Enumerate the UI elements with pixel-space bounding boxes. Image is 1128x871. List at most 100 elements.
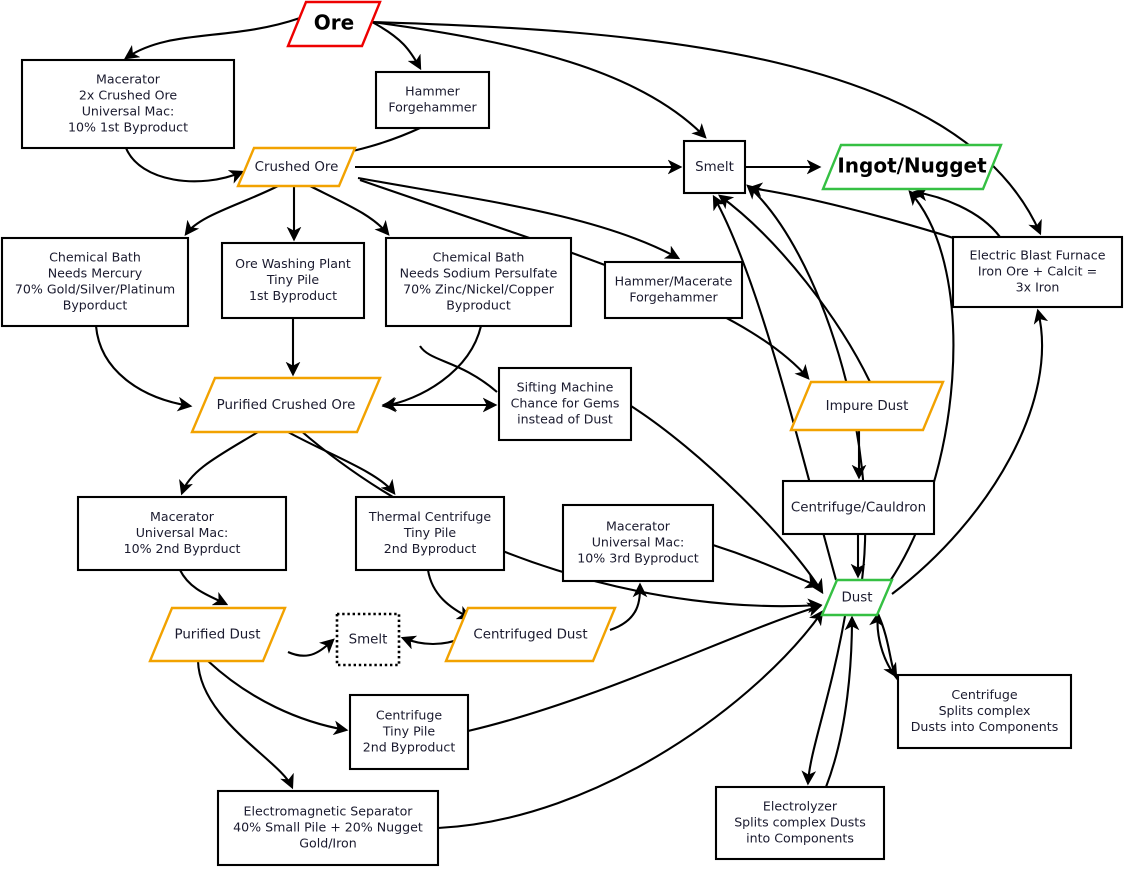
smelt-dotted-node-label-line-1: Smelt (349, 633, 388, 648)
electric-blast-furnace-node-label-line-2: Iron Ore + Calcit = (978, 264, 1097, 279)
chemical-bath-sodium-persulfate-node-label-line-2: Needs Sodium Persulfate (400, 266, 558, 281)
impure-dust-node[interactable]: Impure Dust (789, 380, 945, 432)
sifting-machine-node[interactable]: Sifting MachineChance for Gemsinstead of… (497, 366, 633, 442)
electrolyzer-node-label-line-1: Electrolyzer (763, 799, 838, 814)
ore-washing-plant-node-label-line-3: 1st Byproduct (249, 288, 337, 303)
macerator-2nd-byproduct-node-label-line-2: Universal Mac: (136, 525, 229, 540)
hammer-forgehammer-node-label-line-1: Hammer (405, 84, 460, 99)
hammer-forgehammer-node-label-line-2: Forgehammer (388, 100, 477, 115)
chemical-bath-sodium-persulfate-node-label-line-4: Byproduct (446, 298, 511, 313)
electromagnetic-separator-node-label-line-2: 40% Small Pile + 20% Nugget (233, 820, 423, 835)
ore-node-label-line-1: Ore (314, 11, 354, 35)
electric-blast-furnace-node[interactable]: Electric Blast FurnaceIron Ore + Calcit … (951, 235, 1124, 309)
purified-crushed-ore-node[interactable]: Purified Crushed Ore (190, 376, 382, 434)
edge-chembath2-to-purifiedcrushedore (381, 325, 483, 412)
smelt-node[interactable]: Smelt (682, 139, 747, 195)
purified-crushed-ore-node-label-line-1: Purified Crushed Ore (217, 398, 356, 413)
electrolyzer-node-label-line-2: Splits complex Dusts (734, 815, 866, 830)
chemical-bath-mercury-node-label-line-3: 70% Gold/Silver/Platinum (15, 282, 175, 297)
electric-blast-furnace-node-label-line-3: 3x Iron (1016, 280, 1060, 295)
ore-washing-plant-node-label-line-2: Tiny Pile (266, 272, 320, 287)
dust-node-label-line-1: Dust (841, 591, 872, 606)
nodes-layer: OreMacerator2x Crushed OreUniversal Mac:… (0, 0, 1124, 867)
dust-node[interactable]: Dust (820, 578, 894, 617)
macerator-1st-byproduct-node[interactable]: Macerator2x Crushed OreUniversal Mac:10%… (20, 58, 236, 150)
edge-dust-to-ebf (891, 308, 1049, 595)
edge-ore-to-macerator1 (123, 17, 301, 60)
edge-crushedore-to-chembath2 (309, 185, 390, 236)
thermal-centrifuge-node-label-line-1: Thermal Centrifuge (368, 509, 491, 524)
edge-purifiedcrushedore-to-macerator2 (179, 431, 259, 496)
macerator-1st-byproduct-node-label-line-1: Macerator (96, 72, 161, 87)
centrifuge-splits-node[interactable]: CentrifugeSplits complexDusts into Compo… (896, 673, 1073, 750)
ingot-nugget-node-label-line-1: Ingot/Nugget (837, 154, 987, 178)
smelt-node-label-line-1: Smelt (695, 160, 734, 175)
edge-crushedore-to-chembath1 (184, 185, 279, 236)
edge-sifting-up-to-purifiedcrushedore (419, 345, 498, 393)
edge-chembath1-to-purifiedcrushedore (94, 325, 193, 412)
ore-node[interactable]: Ore (286, 0, 382, 48)
purified-dust-node-label-line-1: Purified Dust (174, 628, 260, 643)
electromagnetic-separator-node[interactable]: Electromagnetic Separator40% Small Pile … (216, 789, 440, 867)
crushed-ore-node[interactable]: Crushed Ore (236, 146, 357, 188)
crushed-ore-node-label-line-1: Crushed Ore (255, 160, 339, 175)
centrifuge-splits-node-label-line-2: Splits complex (939, 703, 1031, 718)
chemical-bath-mercury-node-label-line-2: Needs Mercury (48, 266, 143, 281)
chemical-bath-mercury-node-label-line-1: Chemical Bath (49, 250, 141, 265)
hammer-macerate-forgehammer-node[interactable]: Hammer/MacerateForgehammer (603, 260, 744, 320)
electrolyzer-node-label-line-3: into Components (746, 831, 854, 846)
thermal-centrifuge-node-label-line-2: Tiny Pile (403, 525, 457, 540)
sifting-machine-node-label-line-2: Chance for Gems (511, 396, 620, 411)
edge-purifieddust-to-smelt2 (287, 638, 335, 657)
thermal-centrifuge-node-label-line-3: 2nd Byproduct (384, 541, 477, 556)
macerator-2nd-byproduct-node[interactable]: MaceratorUniversal Mac:10% 2nd Byprduct (76, 495, 288, 572)
edge-macerator2-to-purifieddust (179, 569, 229, 606)
macerator-2nd-byproduct-node-label-line-3: 10% 2nd Byprduct (124, 541, 241, 556)
electromagnetic-separator-node-label-line-1: Electromagnetic Separator (244, 804, 414, 819)
centrifuge-2nd-byproduct-node-label-line-1: Centrifuge (376, 708, 443, 723)
macerator-3rd-byproduct-node-label-line-2: Universal Mac: (592, 535, 685, 550)
centrifuge-2nd-byproduct-node[interactable]: CentrifugeTiny Pile2nd Byproduct (348, 693, 470, 771)
chemical-bath-sodium-persulfate-node[interactable]: Chemical BathNeeds Sodium Persulfate70% … (384, 236, 573, 328)
macerator-3rd-byproduct-node-label-line-1: Macerator (606, 519, 671, 534)
macerator-1st-byproduct-node-label-line-3: Universal Mac: (82, 104, 175, 119)
centrifuge-2nd-byproduct-node-label-line-2: Tiny Pile (382, 724, 436, 739)
centrifuge-splits-node-label-line-3: Dusts into Components (911, 719, 1059, 734)
hammer-macerate-forgehammer-node-label-line-2: Forgehammer (629, 290, 718, 305)
centrifuge-cauldron-node[interactable]: Centrifuge/Cauldron (781, 479, 936, 536)
edge-thermalcent-to-centrifugeddust (426, 569, 473, 620)
hammer-macerate-forgehammer-node-label-line-1: Hammer/Macerate (615, 274, 733, 289)
chemical-bath-mercury-node-label-line-4: Byporduct (63, 298, 128, 313)
electric-blast-furnace-node-label-line-1: Electric Blast Furnace (970, 248, 1106, 263)
ore-washing-plant-node[interactable]: Ore Washing PlantTiny Pile1st Byproduct (220, 241, 366, 320)
centrifuged-dust-node-label-line-1: Centrifuged Dust (473, 628, 587, 643)
centrifuge-cauldron-node-label-line-1: Centrifuge/Cauldron (791, 501, 926, 516)
macerator-1st-byproduct-node-label-line-4: 10% 1st Byproduct (68, 120, 188, 135)
flowchart-canvas: OreMacerator2x Crushed OreUniversal Mac:… (0, 0, 1124, 867)
chemical-bath-sodium-persulfate-node-label-line-1: Chemical Bath (433, 250, 525, 265)
centrifuge-2nd-byproduct-node-label-line-3: 2nd Byproduct (363, 740, 456, 755)
ingot-nugget-node[interactable]: Ingot/Nugget (821, 143, 1003, 191)
ore-processing-flowchart: Ore Macerator 2x Crushed Ore Universal Mac:… (0, 0, 1128, 871)
chemical-bath-sodium-persulfate-node-label-line-3: 70% Zinc/Nickel/Copper (403, 282, 555, 297)
centrifuge-splits-node-label-line-1: Centrifuge (951, 687, 1018, 702)
purified-dust-node[interactable]: Purified Dust (148, 606, 287, 663)
impure-dust-node-label-line-1: Impure Dust (826, 399, 909, 414)
chemical-bath-mercury-node[interactable]: Chemical BathNeeds Mercury70% Gold/Silve… (0, 236, 190, 328)
centrifuged-dust-node[interactable]: Centrifuged Dust (444, 606, 617, 663)
sifting-machine-node-label-line-3: instead of Dust (517, 412, 613, 427)
macerator-3rd-byproduct-node[interactable]: MaceratorUniversal Mac:10% 3rd Byproduct (561, 503, 715, 583)
ore-washing-plant-node-label-line-1: Ore Washing Plant (235, 256, 351, 271)
edge-dust-to-electrolyzer (801, 615, 847, 786)
edge-macerator1-to-crushedore (125, 147, 245, 184)
edge-purifieddust-to-centrifuge2nd (207, 660, 349, 736)
macerator-2nd-byproduct-node-label-line-1: Macerator (150, 509, 215, 524)
electrolyzer-node[interactable]: ElectrolyzerSplits complex Dustsinto Com… (714, 785, 886, 861)
electromagnetic-separator-node-label-line-3: Gold/Iron (299, 836, 357, 851)
macerator-1st-byproduct-node-label-line-2: 2x Crushed Ore (79, 88, 178, 103)
macerator-3rd-byproduct-node-label-line-3: 10% 3rd Byproduct (577, 551, 699, 566)
smelt-dotted-node[interactable]: Smelt (335, 612, 401, 667)
sifting-machine-node-label-line-1: Sifting Machine (517, 380, 614, 395)
hammer-forgehammer-node[interactable]: HammerForgehammer (374, 70, 491, 130)
thermal-centrifuge-node[interactable]: Thermal CentrifugeTiny Pile2nd Byproduct (354, 495, 506, 572)
